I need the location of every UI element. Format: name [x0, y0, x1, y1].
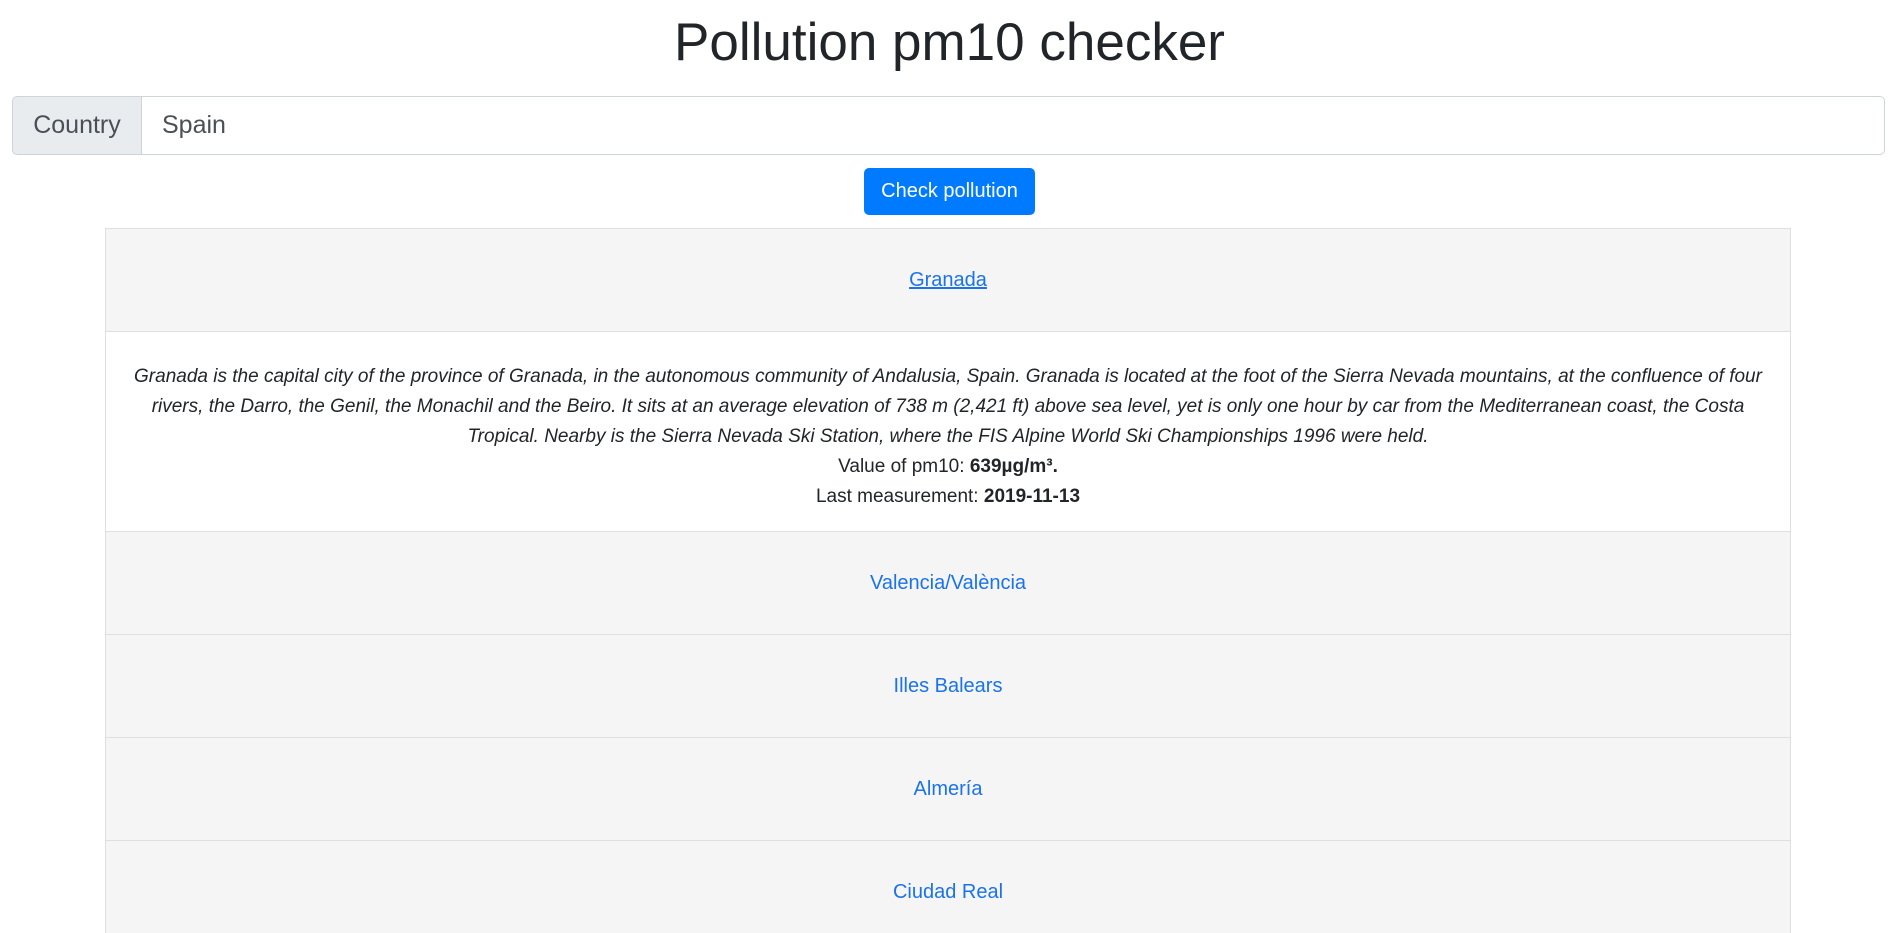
city-panel-header-granada[interactable]: Granada: [106, 228, 1790, 331]
pm10-label: Value of pm10:: [838, 456, 970, 477]
city-link-granada[interactable]: Granada: [909, 269, 987, 292]
city-link-ciudad-real[interactable]: Ciudad Real: [893, 881, 1003, 904]
city-panel-header-almeria[interactable]: Almería: [106, 737, 1790, 840]
city-panel-header-ciudad-real[interactable]: Ciudad Real: [106, 840, 1790, 933]
pm10-row: Value of pm10: 639µg/m³.: [130, 452, 1766, 482]
city-link-valencia[interactable]: Valencia/València: [870, 572, 1026, 595]
measurement-date: 2019-11-13: [983, 486, 1081, 507]
pm10-value: 639µg/m³.: [969, 456, 1058, 477]
city-description: Granada is the capital city of the provi…: [134, 366, 1762, 447]
city-link-almeria[interactable]: Almería: [914, 778, 983, 801]
city-panel-header-illes-balears[interactable]: Illes Balears: [106, 634, 1790, 737]
page: Pollution pm10 checker Country Check pol…: [0, 0, 1899, 933]
measurement-row: Last measurement: 2019-11-13: [130, 482, 1766, 512]
city-panel-header-valencia[interactable]: Valencia/València: [106, 531, 1790, 634]
city-panel-body-granada: Granada is the capital city of the provi…: [106, 331, 1790, 531]
country-input-group: Country: [12, 96, 1885, 155]
country-label: Country: [12, 96, 141, 155]
check-pollution-button[interactable]: Check pollution: [864, 168, 1035, 215]
page-title: Pollution pm10 checker: [674, 13, 1225, 72]
measurement-label: Last measurement:: [815, 486, 984, 507]
country-input[interactable]: [141, 96, 1885, 155]
button-row: Check pollution: [0, 168, 1899, 215]
city-link-illes-balears[interactable]: Illes Balears: [894, 675, 1003, 698]
city-accordion: Granada Granada is the capital city of t…: [105, 228, 1791, 933]
